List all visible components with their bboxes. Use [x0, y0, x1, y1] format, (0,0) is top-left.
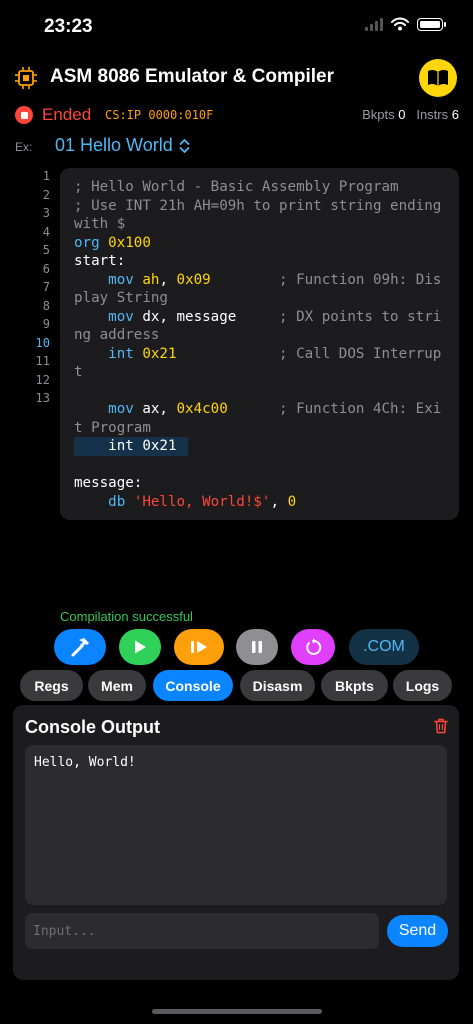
reset-arrow-icon — [306, 638, 322, 655]
wifi-icon — [391, 17, 409, 31]
code-token: db — [74, 493, 134, 510]
code-token: 'Hello, World!$' — [133, 493, 271, 510]
chevron-up-down-icon — [179, 138, 190, 153]
cpu-chip-icon — [15, 67, 37, 89]
breakpoints-count: 0 — [398, 107, 406, 122]
app-title: ASM 8086 Emulator & Compiler — [50, 66, 335, 87]
code-token: mov — [74, 308, 143, 325]
clock-time: 23:23 — [44, 16, 93, 37]
tab-mem[interactable]: Mem — [88, 670, 146, 701]
code-token: int — [74, 345, 143, 362]
line-number: 10 — [35, 335, 50, 350]
code-text[interactable]: ; Hello World - Basic Assembly Program ;… — [74, 178, 449, 511]
play-icon — [135, 640, 146, 654]
tab-bkpts[interactable]: Bkpts — [321, 670, 388, 701]
step-button[interactable] — [174, 629, 224, 665]
home-indicator — [152, 1009, 322, 1014]
code-token: 0x4c00 — [176, 401, 228, 417]
reset-button[interactable] — [291, 629, 335, 665]
current-instruction-highlight: int 0x21 — [74, 437, 188, 456]
line-number: 7 — [42, 280, 50, 294]
cs-ip-readout: CS:IP 0000:010F — [105, 108, 214, 122]
line-number: 13 — [35, 391, 50, 405]
line-number: 12 — [35, 372, 50, 387]
console-output: Hello, World! — [25, 745, 447, 905]
com-export-label: .COM — [363, 638, 405, 655]
counters: Bkpts 0 Instrs 6 — [362, 107, 459, 122]
compile-status: Compilation successful — [60, 609, 193, 624]
compile-button[interactable] — [54, 629, 106, 665]
code-token: ; Hello World - Basic Assembly Program — [74, 179, 399, 195]
example-row: Ex: 01 Hello World — [0, 134, 473, 160]
pause-button[interactable] — [236, 629, 278, 665]
run-button[interactable] — [119, 629, 161, 665]
com-export-button[interactable]: .COM — [349, 629, 419, 665]
toolbar: .COM — [0, 629, 473, 665]
line-number-gutter: 1 2 3 4 5 6 7 8 9 10 11 12 13 — [20, 167, 50, 408]
tab-disasm[interactable]: Disasm — [240, 670, 315, 701]
example-selected: 01 Hello World — [55, 135, 173, 155]
docs-button[interactable] — [419, 59, 457, 97]
line-number: 1 — [42, 169, 50, 183]
console-panel: Console Output Hello, World! Send — [13, 705, 459, 980]
console-title: Console Output — [25, 717, 160, 737]
step-forward-icon — [191, 641, 207, 653]
tab-console[interactable]: Console — [153, 670, 233, 701]
pause-icon — [252, 641, 262, 653]
code-token: 0x09 — [176, 271, 211, 288]
line-number: 3 — [42, 206, 50, 220]
line-number: 2 — [42, 187, 50, 202]
line-number: 11 — [35, 354, 50, 368]
tab-logs[interactable]: Logs — [393, 670, 452, 701]
book-icon — [428, 69, 448, 86]
example-select[interactable]: 01 Hello World — [55, 135, 190, 156]
code-token: org — [74, 234, 109, 251]
console-input[interactable] — [25, 913, 379, 949]
example-label: Ex: — [15, 140, 33, 154]
code-token: ; Use INT 21h AH=09h to print string end… — [74, 197, 450, 233]
line-number: 5 — [42, 243, 50, 257]
send-button[interactable]: Send — [387, 915, 448, 947]
code-token: 0 — [287, 493, 297, 510]
app-header: ASM 8086 Emulator & Compiler — [0, 58, 473, 98]
breakpoints-label: Bkpts — [362, 107, 395, 122]
status-icons — [365, 17, 446, 31]
tab-regs[interactable]: Regs — [20, 670, 83, 701]
instructions-count: 6 — [451, 107, 459, 122]
line-number: 8 — [42, 298, 50, 313]
stop-icon — [15, 106, 33, 124]
hammer-icon — [71, 638, 89, 657]
cellular-signal-icon — [365, 17, 383, 31]
code-token: ah — [142, 271, 160, 288]
trash-icon[interactable] — [434, 718, 448, 734]
code-token: 0x100 — [108, 234, 151, 251]
line-number: 9 — [42, 317, 50, 331]
code-token: mov — [74, 271, 143, 288]
code-token: mov — [74, 401, 143, 417]
code-token: 0x21 — [142, 345, 177, 362]
line-number: 6 — [42, 261, 50, 276]
battery-icon — [417, 17, 446, 31]
instructions-label: Instrs — [416, 107, 449, 122]
line-number: 4 — [42, 224, 50, 239]
run-status-row: Ended CS:IP 0000:010F Bkpts 0 Instrs 6 — [0, 104, 473, 126]
panel-tabs: Regs Mem Console Disasm Bkpts Logs — [0, 670, 473, 701]
code-editor[interactable]: ; Hello World - Basic Assembly Program ;… — [60, 168, 459, 520]
run-state: Ended — [42, 105, 92, 124]
status-bar: 23:23 — [0, 0, 473, 52]
